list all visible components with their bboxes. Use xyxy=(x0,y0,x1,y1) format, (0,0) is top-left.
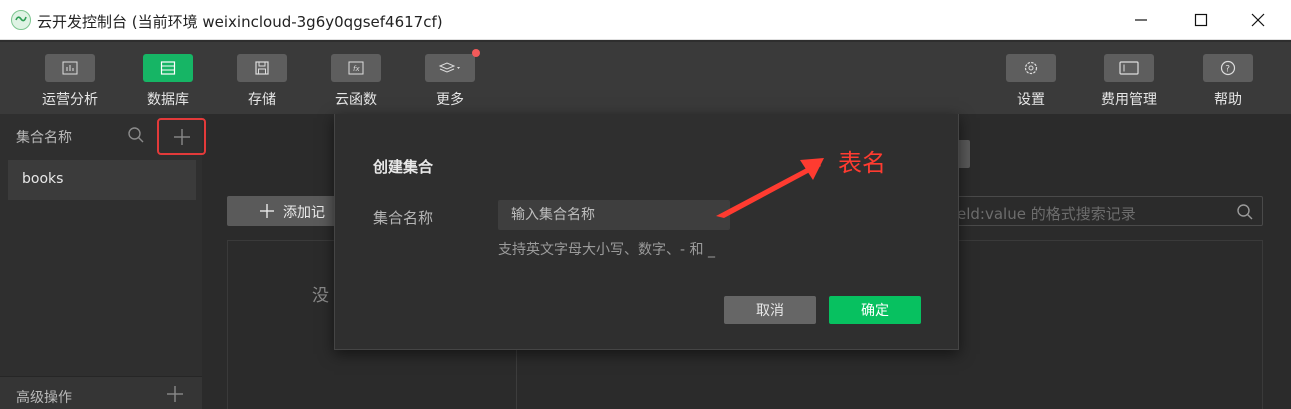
window-title: 云开发控制台 (当前环境 weixincloud-3g6y0qgsef4617c… xyxy=(37,13,443,31)
maximize-icon xyxy=(1194,13,1208,27)
toolbar-label: 帮助 xyxy=(1214,92,1242,108)
toolbar-label: 运营分析 xyxy=(42,92,98,108)
toolbar-billing[interactable]: 费用管理 xyxy=(1094,54,1164,109)
bar-chart-icon xyxy=(45,54,95,82)
dialog-title: 创建集合 xyxy=(373,158,434,176)
add-collection-button[interactable] xyxy=(157,118,206,155)
toolbar-database[interactable]: 数据库 xyxy=(133,54,203,109)
maximize-button[interactable] xyxy=(1178,5,1224,35)
confirm-button[interactable]: 确定 xyxy=(829,296,921,324)
collection-name: books xyxy=(22,171,64,187)
advanced-operations-label: 高级操作 xyxy=(16,390,72,406)
floppy-icon xyxy=(237,54,287,82)
search-placeholder: eld:value 的格式搜索记录 xyxy=(957,205,1136,223)
toolbar-label: 更多 xyxy=(436,92,464,108)
help-icon: ? xyxy=(1203,54,1253,82)
plus-icon[interactable] xyxy=(166,385,184,407)
empty-state-text: 没 xyxy=(312,286,329,306)
toolbar-label: 设置 xyxy=(1017,92,1045,108)
svg-text:?: ? xyxy=(1225,65,1230,75)
add-record-button[interactable]: 添加记 xyxy=(227,196,347,226)
sidebar-title: 集合名称 xyxy=(16,130,72,146)
collection-item[interactable]: books xyxy=(8,160,196,200)
window-titlebar: 云开发控制台 (当前环境 weixincloud-3g6y0qgsef4617c… xyxy=(0,0,1291,40)
add-record-label: 添加记 xyxy=(283,205,325,221)
toolbar-more[interactable]: 更多 xyxy=(415,49,485,109)
function-icon: fx xyxy=(331,54,381,82)
minimize-button[interactable] xyxy=(1118,5,1164,35)
toolbar-storage[interactable]: 存储 xyxy=(227,54,297,109)
collection-name-input[interactable] xyxy=(498,200,730,230)
toolbar-label: 费用管理 xyxy=(1101,92,1157,108)
annotation-label: 表名 xyxy=(838,149,886,177)
collection-sidebar: 集合名称 books 高级操作 xyxy=(0,114,206,409)
cancel-button[interactable]: 取消 xyxy=(724,296,816,324)
toolbar-label: 存储 xyxy=(248,92,276,108)
wechat-devtools-icon xyxy=(11,10,31,30)
notification-dot xyxy=(472,49,480,57)
collection-name-label: 集合名称 xyxy=(373,209,434,227)
search-icon xyxy=(1237,204,1253,220)
billing-icon xyxy=(1104,54,1154,82)
record-search-input[interactable]: eld:value 的格式搜索记录 xyxy=(940,196,1263,226)
toolbar-label: 数据库 xyxy=(147,92,189,108)
toolbar-label: 云函数 xyxy=(335,92,377,108)
toolbar-settings[interactable]: 设置 xyxy=(996,54,1066,109)
plus-icon xyxy=(260,204,274,218)
gear-icon xyxy=(1006,54,1056,82)
toolbar-analytics[interactable]: 运营分析 xyxy=(35,54,105,109)
annotation-arrow-icon xyxy=(716,158,824,218)
plus-icon xyxy=(173,128,190,145)
search-icon[interactable] xyxy=(127,126,145,148)
close-icon xyxy=(1251,13,1265,27)
svg-text:fx: fx xyxy=(353,65,360,73)
advanced-operations[interactable]: 高级操作 xyxy=(0,376,202,409)
layers-icon xyxy=(425,49,480,82)
naming-hint: 支持英文字母大小写、数字、- 和 _ xyxy=(498,242,715,258)
toolbar-cloud-functions[interactable]: fx 云函数 xyxy=(321,54,391,109)
database-icon xyxy=(143,54,193,82)
main-toolbar: 运营分析 数据库 存储 fx 云函数 更多 设置 费用管理 ? 帮助 xyxy=(0,40,1291,114)
toolbar-help[interactable]: ? 帮助 xyxy=(1193,54,1263,109)
close-button[interactable] xyxy=(1235,5,1281,35)
sidebar-header: 集合名称 xyxy=(0,114,206,156)
minimize-icon xyxy=(1135,19,1147,21)
